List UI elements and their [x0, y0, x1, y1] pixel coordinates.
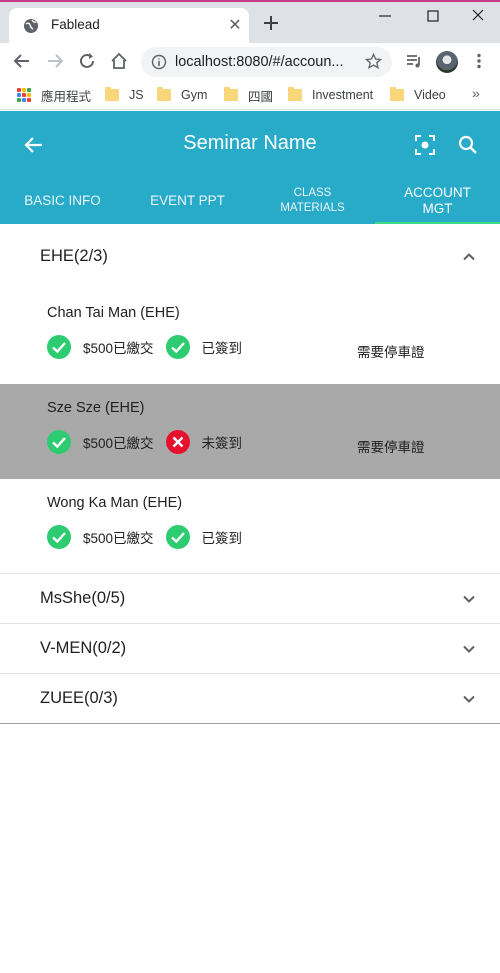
media-queue-icon[interactable]	[405, 52, 423, 70]
more-bookmarks-icon[interactable]: »	[472, 85, 480, 101]
more-vert-icon[interactable]	[470, 52, 488, 70]
chevron-down-icon[interactable]	[460, 640, 478, 658]
folder-icon	[105, 87, 119, 101]
tab-account-mgt[interactable]: ACCOUNT MGT	[375, 177, 500, 224]
forward-arrow-icon[interactable]	[46, 52, 64, 70]
account-list: EHE(2/3) Chan Tai Man (EHE) $500已繳交 已簽到 …	[0, 224, 500, 724]
app-header: Seminar Name BASIC INFO EVENT PPT CLASS …	[0, 111, 500, 224]
member-row-selected[interactable]: Sze Sze (EHE) $500已繳交 未簽到 需要停車證	[0, 384, 500, 479]
payment-status: $500已繳交	[83, 341, 154, 356]
checkin-status: 未簽到	[201, 436, 243, 451]
member-status-row: $500已繳交 已簽到	[47, 525, 254, 549]
checkin-status: 已簽到	[201, 531, 243, 546]
member-row[interactable]: Chan Tai Man (EHE) $500已繳交 已簽到 需要停車證	[0, 289, 500, 384]
url-text[interactable]: localhost:8080/#/accoun...	[175, 54, 343, 70]
parking-status: 需要停車證	[357, 440, 425, 455]
new-tab-icon[interactable]	[262, 14, 280, 32]
check-circle-icon	[47, 335, 71, 359]
window-accent-line	[0, 0, 500, 2]
group-header-vmen[interactable]: V-MEN(0/2)	[0, 624, 500, 674]
profile-avatar[interactable]	[436, 51, 458, 73]
tab-bar: BASIC INFO EVENT PPT CLASS MATERIALS ACC…	[0, 177, 500, 224]
window-close-icon[interactable]	[463, 6, 493, 26]
check-circle-icon	[47, 430, 71, 454]
tab-title: Fablead	[51, 17, 100, 32]
check-circle-icon	[47, 525, 71, 549]
search-icon[interactable]	[456, 133, 480, 157]
bookmark-shikoku[interactable]: 四國	[224, 86, 273, 104]
check-circle-icon	[165, 335, 190, 359]
bookmark-investment[interactable]: Investment	[288, 86, 373, 104]
bookmark-label: JS	[129, 88, 144, 102]
group-label: EHE(2/3)	[40, 247, 108, 265]
tab-close-icon[interactable]: ✕	[227, 18, 243, 34]
globe-icon	[24, 19, 38, 33]
bookmark-gym[interactable]: Gym	[157, 86, 207, 104]
bookmark-label: Video	[414, 88, 446, 102]
group-header-msshe[interactable]: MsShe(0/5)	[0, 574, 500, 624]
chevron-down-icon[interactable]	[460, 690, 478, 708]
chevron-up-icon[interactable]	[460, 248, 478, 266]
group-label: MsShe(0/5)	[40, 589, 126, 607]
folder-icon	[224, 87, 238, 101]
minimize-icon[interactable]	[370, 6, 400, 26]
folder-icon	[288, 87, 302, 101]
bookmark-label: Gym	[181, 88, 208, 102]
back-arrow-icon[interactable]	[13, 52, 31, 70]
member-status-row: $500已繳交 未簽到	[47, 430, 254, 454]
bookmark-label: Investment	[312, 88, 374, 102]
bookmarks-bar: 應用程式 JS Gym 四國 Investment Video »	[0, 79, 500, 110]
folder-icon	[390, 87, 404, 101]
payment-status: $500已繳交	[83, 531, 154, 546]
group-label: V-MEN(0/2)	[40, 639, 127, 657]
checkin-status: 已簽到	[201, 341, 243, 356]
check-circle-icon	[165, 525, 190, 549]
group-header-zuee[interactable]: ZUEE(0/3)	[0, 674, 500, 724]
payment-status: $500已繳交	[83, 436, 154, 451]
browser-tab[interactable]: Fablead ✕	[9, 8, 249, 43]
bookmark-label: 四國	[248, 89, 274, 104]
address-bar[interactable]: localhost:8080/#/accoun...	[141, 47, 392, 77]
member-name: Chan Tai Man (EHE)	[47, 305, 180, 321]
member-row[interactable]: Wong Ka Man (EHE) $500已繳交 已簽到	[0, 479, 500, 574]
info-icon[interactable]	[151, 54, 167, 70]
tab-basic-info[interactable]: BASIC INFO	[0, 177, 125, 224]
bookmark-video[interactable]: Video	[390, 86, 446, 104]
member-name: Sze Sze (EHE)	[47, 400, 145, 416]
maximize-icon[interactable]	[418, 6, 448, 26]
group-label: ZUEE(0/3)	[40, 689, 118, 707]
folder-icon	[157, 87, 171, 101]
reload-icon[interactable]	[78, 52, 96, 70]
cancel-circle-icon	[165, 430, 190, 454]
bookmark-label: 應用程式	[41, 89, 92, 104]
qr-scan-icon[interactable]	[413, 133, 437, 157]
browser-tab-strip: Fablead ✕	[0, 0, 500, 43]
tab-event-ppt[interactable]: EVENT PPT	[125, 177, 250, 224]
member-status-row: $500已繳交 已簽到	[47, 335, 254, 359]
apps-grid-icon	[17, 88, 31, 102]
home-icon[interactable]	[110, 52, 128, 70]
bookmark-apps[interactable]: 應用程式	[17, 86, 91, 104]
bookmark-js[interactable]: JS	[105, 86, 144, 104]
tab-class-materials[interactable]: CLASS MATERIALS	[250, 177, 375, 224]
star-bookmark-icon[interactable]	[365, 53, 382, 70]
parking-status: 需要停車證	[357, 345, 425, 360]
member-name: Wong Ka Man (EHE)	[47, 495, 183, 511]
browser-toolbar: localhost:8080/#/accoun...	[0, 43, 500, 79]
group-header-ehe[interactable]: EHE(2/3)	[0, 224, 500, 289]
chevron-down-icon[interactable]	[460, 590, 478, 608]
